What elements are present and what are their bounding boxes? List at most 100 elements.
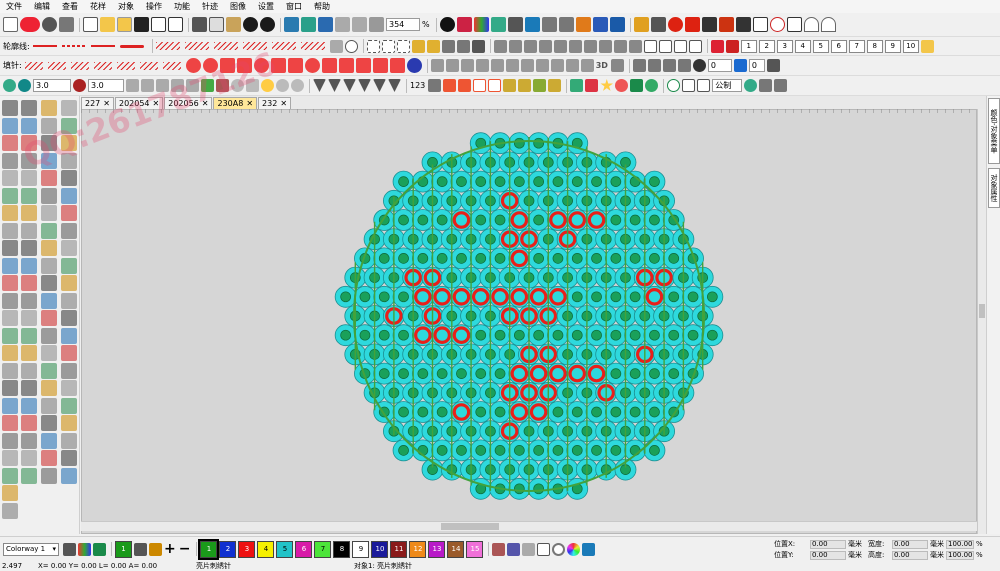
palette-tool-1-20-icon[interactable]	[2, 432, 18, 449]
thread-color-current[interactable]: 1	[115, 540, 132, 558]
menu-help[interactable]: 帮助	[314, 1, 330, 12]
thread-swatch-9[interactable]: 9	[352, 540, 370, 558]
sequin[interactable]	[450, 324, 473, 347]
sequin[interactable]	[392, 247, 415, 270]
palette-tool-3-4-icon[interactable]	[41, 152, 57, 169]
thread-swatch-8[interactable]: 8	[333, 540, 351, 558]
branch-icon[interactable]	[503, 79, 517, 92]
palette-c-icon[interactable]	[522, 542, 536, 556]
tab-202056[interactable]: 202056 ✕	[164, 97, 213, 109]
palette-tool-2-8-icon[interactable]	[21, 222, 37, 239]
sequin-style-icon[interactable]	[141, 79, 154, 92]
sequin[interactable]	[527, 362, 550, 385]
compass-icon[interactable]	[633, 17, 649, 32]
gear-multi-2-icon[interactable]	[456, 39, 470, 53]
sequin[interactable]	[411, 401, 434, 423]
sequin-circle-2-icon[interactable]	[276, 79, 289, 92]
palette-tool-4-14-icon[interactable]	[61, 327, 77, 344]
sequin[interactable]	[450, 401, 473, 423]
menu-object[interactable]: 对象	[118, 1, 134, 12]
sequin[interactable]	[469, 324, 492, 347]
palette-tool-1-15-icon[interactable]	[2, 345, 18, 361]
sequin[interactable]	[508, 324, 531, 347]
rotate-input[interactable]: 0	[707, 59, 732, 72]
sequin[interactable]	[547, 209, 569, 231]
sequin[interactable]	[469, 439, 492, 462]
eye-icon[interactable]	[744, 79, 758, 92]
sequin-style-3-icon[interactable]	[171, 79, 184, 92]
sequin-fill-11-icon[interactable]	[355, 58, 371, 73]
outline-style-dashed[interactable]	[32, 45, 57, 47]
mirror-v-icon[interactable]	[647, 59, 661, 72]
grid-2-icon[interactable]	[697, 79, 711, 92]
frame-icon[interactable]	[643, 39, 657, 53]
fill-pattern-6[interactable]	[139, 61, 158, 70]
sequin[interactable]	[489, 209, 511, 231]
sequin[interactable]	[604, 439, 627, 462]
sequin[interactable]	[604, 401, 627, 423]
fx-script-icon[interactable]	[786, 17, 802, 32]
sequin[interactable]	[624, 362, 647, 385]
sequence-button-10[interactable]: 10	[902, 39, 919, 53]
sequin[interactable]	[604, 285, 627, 308]
text-list-icon[interactable]	[507, 17, 523, 32]
sequin[interactable]	[411, 209, 434, 231]
machine-icon[interactable]	[301, 17, 316, 32]
triangle-down-3-icon[interactable]	[343, 79, 356, 92]
sequin[interactable]	[604, 247, 627, 270]
sequin[interactable]	[527, 209, 550, 231]
select-box-2-icon[interactable]	[381, 39, 395, 53]
magic-icon[interactable]	[701, 17, 717, 32]
sequin[interactable]	[566, 439, 589, 462]
palette-tool-3-14-icon[interactable]	[41, 327, 57, 344]
sequence-button-3[interactable]: 3	[776, 39, 793, 53]
slash-icon[interactable]	[537, 542, 551, 556]
home-icon[interactable]	[3, 17, 18, 32]
sequin[interactable]	[662, 209, 685, 231]
sequin-circle-icon[interactable]	[261, 79, 274, 92]
redo-icon[interactable]	[260, 17, 275, 32]
palette-tool-2-1-icon[interactable]	[21, 100, 37, 116]
sequin[interactable]	[604, 324, 627, 347]
sequin[interactable]	[373, 324, 396, 347]
outline-style-zigzag-5[interactable]	[271, 42, 296, 50]
sequin[interactable]	[585, 285, 608, 308]
sequin[interactable]	[373, 362, 396, 385]
sequence-button-1[interactable]: 1	[740, 39, 757, 53]
sequin[interactable]	[489, 324, 511, 347]
thread-swatch-5[interactable]: 5	[276, 540, 294, 558]
sequin[interactable]	[682, 324, 704, 347]
triangle-down-4-icon[interactable]	[358, 79, 371, 92]
open-file-icon[interactable]	[117, 17, 132, 32]
height-field[interactable]: 0.00	[892, 550, 928, 560]
fill-pattern-4[interactable]	[93, 61, 112, 70]
sequin[interactable]	[431, 209, 454, 231]
close-icon[interactable]: ✕	[280, 98, 287, 109]
sequin[interactable]	[489, 247, 511, 270]
thread-swatch-11[interactable]: 11	[390, 540, 408, 558]
sequin-fill-2-icon[interactable]	[202, 58, 218, 73]
palette-tool-3-1-icon[interactable]	[41, 100, 57, 116]
half-circle-icon[interactable]	[820, 17, 836, 32]
color-cycle-icon[interactable]	[3, 79, 16, 92]
c-shape-icon[interactable]	[406, 58, 422, 73]
palette-tool-2-6-icon[interactable]	[21, 187, 37, 204]
sequin[interactable]	[354, 285, 376, 308]
close-icon[interactable]: ✕	[202, 98, 209, 109]
sequin[interactable]	[411, 362, 434, 385]
sequin-tool-11-icon[interactable]	[580, 59, 594, 72]
picture-icon[interactable]	[570, 79, 584, 92]
sequin-tool-10-icon[interactable]	[565, 59, 579, 72]
palette-tool-3-10-icon[interactable]	[41, 257, 57, 274]
palette-tool-3-16-icon[interactable]	[41, 362, 57, 379]
frame-3-icon[interactable]	[673, 39, 687, 53]
palette-tool-3-5-icon[interactable]	[41, 170, 57, 186]
vertical-arrow-icon[interactable]	[735, 17, 751, 32]
sequin-fill-10-icon[interactable]	[338, 58, 354, 73]
sequin-fill-6-icon[interactable]	[270, 58, 286, 73]
star-icon[interactable]	[600, 79, 614, 91]
sequin[interactable]	[431, 247, 454, 270]
sequin[interactable]	[643, 324, 666, 347]
arrow-down-icon[interactable]	[318, 17, 333, 32]
fan-icon[interactable]	[548, 79, 562, 92]
